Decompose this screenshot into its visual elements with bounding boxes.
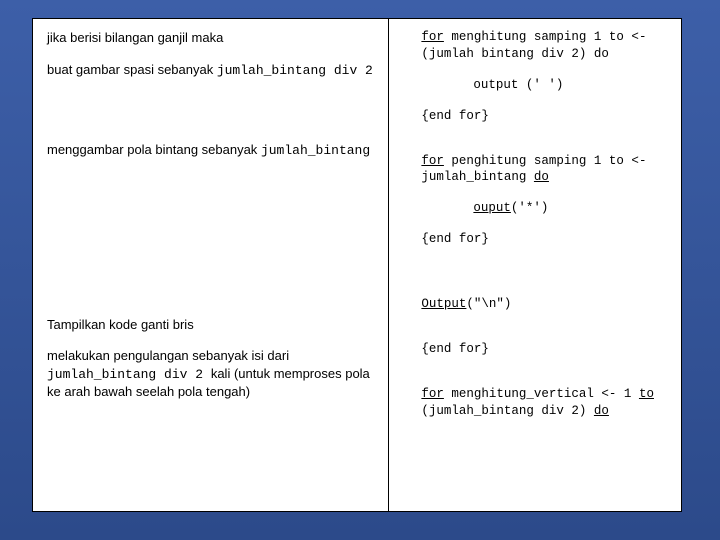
left-line-3: menggambar pola bintang sebanyak jumlah_… (47, 141, 376, 160)
left-column: jika berisi bilangan ganjil maka buat ga… (33, 19, 389, 511)
code-line: {end for} (403, 231, 669, 248)
text: buat gambar spasi sebanyak (47, 62, 217, 77)
code-text: {end (421, 342, 459, 356)
code-text: jumlah_bintang div 2 (217, 63, 373, 78)
kw-for: for (421, 30, 444, 44)
kw-output: ouput (473, 201, 511, 215)
table-frame: jika berisi bilangan ganjil maka buat ga… (32, 18, 682, 512)
code-line: {end for} (403, 108, 669, 125)
kw-for: for (421, 154, 444, 168)
code-text: } (481, 232, 489, 246)
code-line: ouput('*') (403, 200, 669, 217)
code-text: ('*') (511, 201, 549, 215)
code-text: menghitung_vertical <- 1 (444, 387, 639, 401)
code-text: (jumlah_bintang div 2) (421, 404, 594, 418)
kw-do: do (534, 170, 549, 184)
left-line-1: jika berisi bilangan ganjil maka (47, 29, 376, 47)
right-column: for menghitung samping 1 to <-(jumlah bi… (389, 19, 681, 511)
code-line: output (' ') (403, 77, 669, 94)
code-text: } (481, 109, 489, 123)
left-line-4: Tampilkan kode ganti bris (47, 316, 376, 334)
code-text: for (459, 342, 482, 356)
code-text: for (459, 232, 482, 246)
code-text: } (481, 342, 489, 356)
code-text: jumlah_bintang (261, 143, 370, 158)
code-text: for (459, 109, 482, 123)
code-text: menghitung samping 1 to <-(jumlah bintan… (421, 30, 646, 61)
code-line: {end for} (403, 341, 669, 358)
code-line: for penghitung samping 1 to <- jumlah_bi… (403, 153, 669, 187)
kw-output: Output (421, 297, 466, 311)
kw-to: to (639, 387, 654, 401)
text: menggambar pola bintang sebanyak (47, 142, 261, 157)
code-line: for menghitung_vertical <- 1 to (jumlah_… (403, 386, 669, 420)
left-line-2: buat gambar spasi sebanyak jumlah_bintan… (47, 61, 376, 80)
code-line: for menghitung samping 1 to <-(jumlah bi… (403, 29, 669, 63)
code-text: {end (421, 232, 459, 246)
code-text: ("\n") (466, 297, 511, 311)
text: melakukan pengulangan sebanyak isi dari (47, 348, 289, 363)
kw-do: do (594, 404, 609, 418)
code-text: jumlah_bintang div 2 (47, 367, 211, 382)
code-line: Output("\n") (403, 296, 669, 313)
code-text: {end (421, 109, 459, 123)
left-line-5: melakukan pengulangan sebanyak isi dari … (47, 347, 376, 401)
kw-for: for (421, 387, 444, 401)
